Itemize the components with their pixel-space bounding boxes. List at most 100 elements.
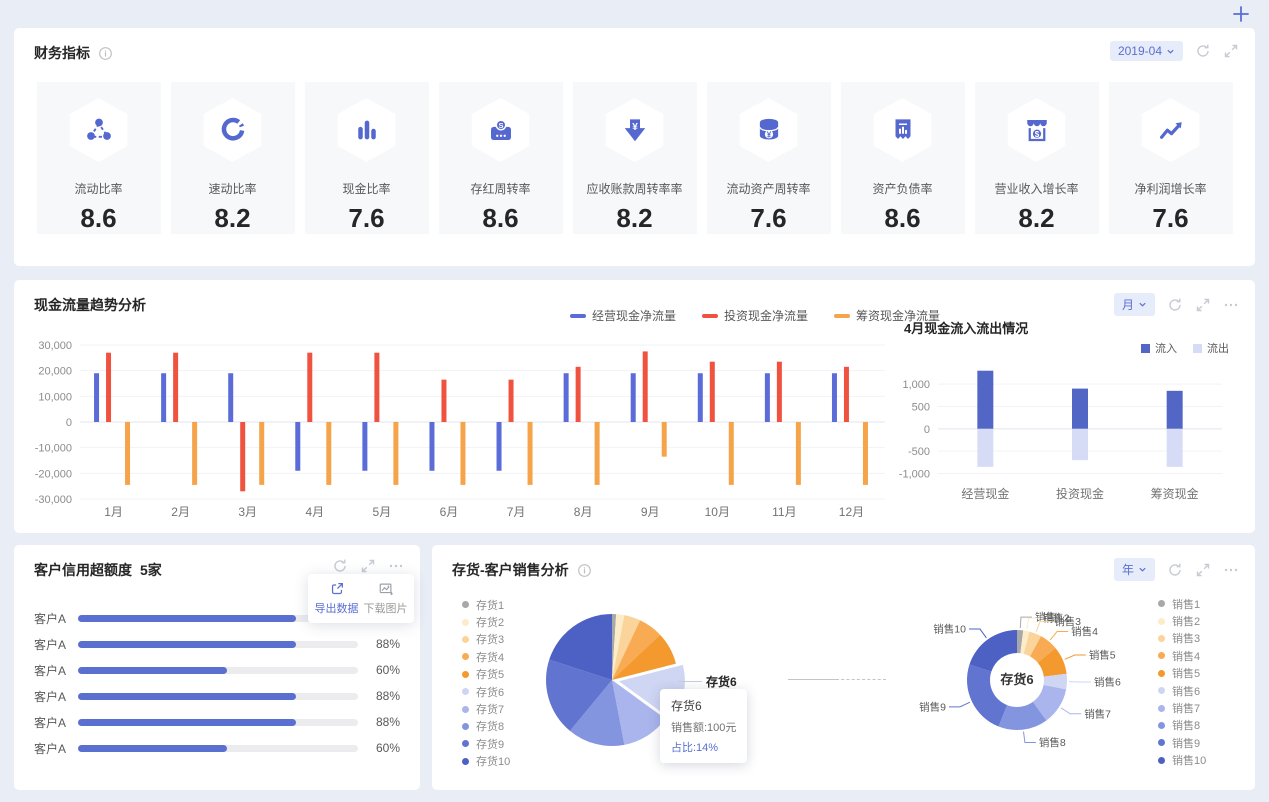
bar[interactable]: [259, 422, 265, 485]
credit-row[interactable]: 客户A 88%: [34, 709, 400, 735]
bar[interactable]: [173, 352, 179, 422]
legend-item[interactable]: 存货10: [462, 753, 510, 770]
info-icon[interactable]: [577, 563, 592, 578]
bar[interactable]: [661, 422, 667, 457]
bar[interactable]: [94, 373, 100, 422]
more-icon[interactable]: [1223, 562, 1239, 578]
legend-item[interactable]: 销售10: [1158, 752, 1206, 769]
bar[interactable]: [106, 352, 112, 422]
bar[interactable]: [1166, 390, 1183, 429]
period-dropdown[interactable]: 年: [1113, 558, 1155, 581]
legend-item[interactable]: 销售2: [1158, 612, 1206, 629]
bar[interactable]: [831, 373, 837, 422]
bar[interactable]: [709, 361, 715, 422]
bar[interactable]: [326, 422, 332, 485]
bar-series[interactable]: [106, 351, 849, 492]
bar[interactable]: [125, 422, 131, 485]
bar[interactable]: [642, 351, 648, 422]
bar[interactable]: [594, 422, 600, 485]
period-dropdown[interactable]: 2019-04: [1109, 41, 1183, 61]
legend-item[interactable]: 销售4: [1158, 647, 1206, 664]
bar[interactable]: [460, 422, 466, 485]
refresh-icon[interactable]: [1167, 297, 1183, 313]
bar[interactable]: [374, 352, 380, 422]
bar[interactable]: [1166, 428, 1183, 467]
legend-item[interactable]: 销售6: [1158, 682, 1206, 699]
bar[interactable]: [228, 373, 234, 422]
row-label: 客户A: [34, 663, 67, 678]
refresh-icon[interactable]: [332, 558, 348, 574]
expand-icon[interactable]: [1223, 43, 1239, 59]
bar[interactable]: [192, 422, 198, 485]
legend-item[interactable]: 存货3: [462, 631, 510, 648]
download-image-menu-item[interactable]: 下载图片: [361, 581, 410, 616]
legend-item[interactable]: 销售9: [1158, 734, 1206, 751]
cashflow-bar-chart[interactable]: 30,000 20,000 10,000 0 -10,000 -20,000 -30,000…: [34, 332, 894, 528]
bar[interactable]: [527, 422, 533, 485]
credit-bar-chart[interactable]: 客户A88%客户A88%客户A60%客户A88%客户A88%客户A60%: [34, 605, 400, 761]
credit-row[interactable]: 客户A 88%: [34, 683, 400, 709]
legend-item[interactable]: 存货5: [462, 666, 510, 683]
legend-item[interactable]: 存货4: [462, 648, 510, 665]
legend-item[interactable]: 存货2: [462, 613, 510, 630]
bar[interactable]: [362, 422, 368, 471]
bar[interactable]: [764, 373, 770, 422]
credit-row[interactable]: 客户A 88%: [34, 631, 400, 657]
legend-item[interactable]: 销售8: [1158, 717, 1206, 734]
more-icon[interactable]: [388, 558, 404, 574]
axis-label: 500: [912, 401, 930, 413]
credit-row[interactable]: 客户A 60%: [34, 735, 400, 761]
donut-slice-销售10[interactable]: [969, 630, 1017, 672]
bar[interactable]: [393, 422, 399, 485]
bar[interactable]: [496, 422, 502, 471]
legend-item[interactable]: 投资现金净流量: [702, 307, 808, 324]
expand-icon[interactable]: [1195, 297, 1211, 313]
export-data-menu-item[interactable]: 导出数据: [312, 581, 361, 616]
expand-icon[interactable]: [1195, 562, 1211, 578]
bar[interactable]: [977, 428, 994, 467]
bar[interactable]: [307, 352, 313, 422]
bar[interactable]: [697, 373, 703, 422]
bar[interactable]: [240, 422, 246, 492]
sales-donut-chart[interactable]: 销售1销售2销售3销售4销售5销售6销售7销售8销售9销售10存货6: [862, 583, 1172, 790]
bar[interactable]: [563, 373, 569, 422]
legend-item[interactable]: 销售7: [1158, 699, 1206, 716]
legend-item[interactable]: 销售1: [1158, 595, 1206, 612]
bar[interactable]: [161, 373, 167, 422]
bar-series[interactable]: [125, 422, 868, 485]
bar[interactable]: [862, 422, 868, 485]
bar[interactable]: [630, 373, 636, 422]
metric-value: 7.6: [348, 203, 385, 233]
period-dropdown[interactable]: 月: [1113, 293, 1155, 316]
refresh-icon[interactable]: [1167, 562, 1183, 578]
credit-row[interactable]: 客户A 60%: [34, 657, 400, 683]
legend-item[interactable]: 销售5: [1158, 665, 1206, 682]
legend-item[interactable]: 存货8: [462, 718, 510, 735]
bar[interactable]: [795, 422, 801, 485]
bar[interactable]: [1072, 388, 1088, 429]
legend-item[interactable]: 销售3: [1158, 630, 1206, 647]
legend-item[interactable]: 存货1: [462, 596, 510, 613]
more-icon[interactable]: [1223, 297, 1239, 313]
legend-item[interactable]: 流出: [1193, 340, 1229, 356]
legend-item[interactable]: 存货9: [462, 735, 510, 752]
info-icon[interactable]: [98, 46, 113, 61]
bar[interactable]: [776, 361, 782, 422]
bar[interactable]: [843, 366, 849, 422]
bar[interactable]: [728, 422, 734, 485]
april-flow-chart[interactable]: 1,000 500 0 -500 -1,000 经营现金 投资现金 筹资现金: [896, 356, 1246, 508]
bar[interactable]: [1072, 428, 1088, 461]
legend-item[interactable]: 流入: [1141, 340, 1177, 356]
bar[interactable]: [508, 379, 514, 422]
legend-item[interactable]: 存货6: [462, 683, 510, 700]
legend-item[interactable]: 经营现金净流量: [570, 307, 676, 324]
bar[interactable]: [575, 366, 581, 422]
bar[interactable]: [429, 422, 435, 471]
add-widget-button[interactable]: [1231, 4, 1251, 24]
bar[interactable]: [441, 379, 447, 422]
bar[interactable]: [977, 370, 994, 429]
bar[interactable]: [295, 422, 301, 471]
legend-item[interactable]: 存货7: [462, 700, 510, 717]
refresh-icon[interactable]: [1195, 43, 1211, 59]
expand-icon[interactable]: [360, 558, 376, 574]
